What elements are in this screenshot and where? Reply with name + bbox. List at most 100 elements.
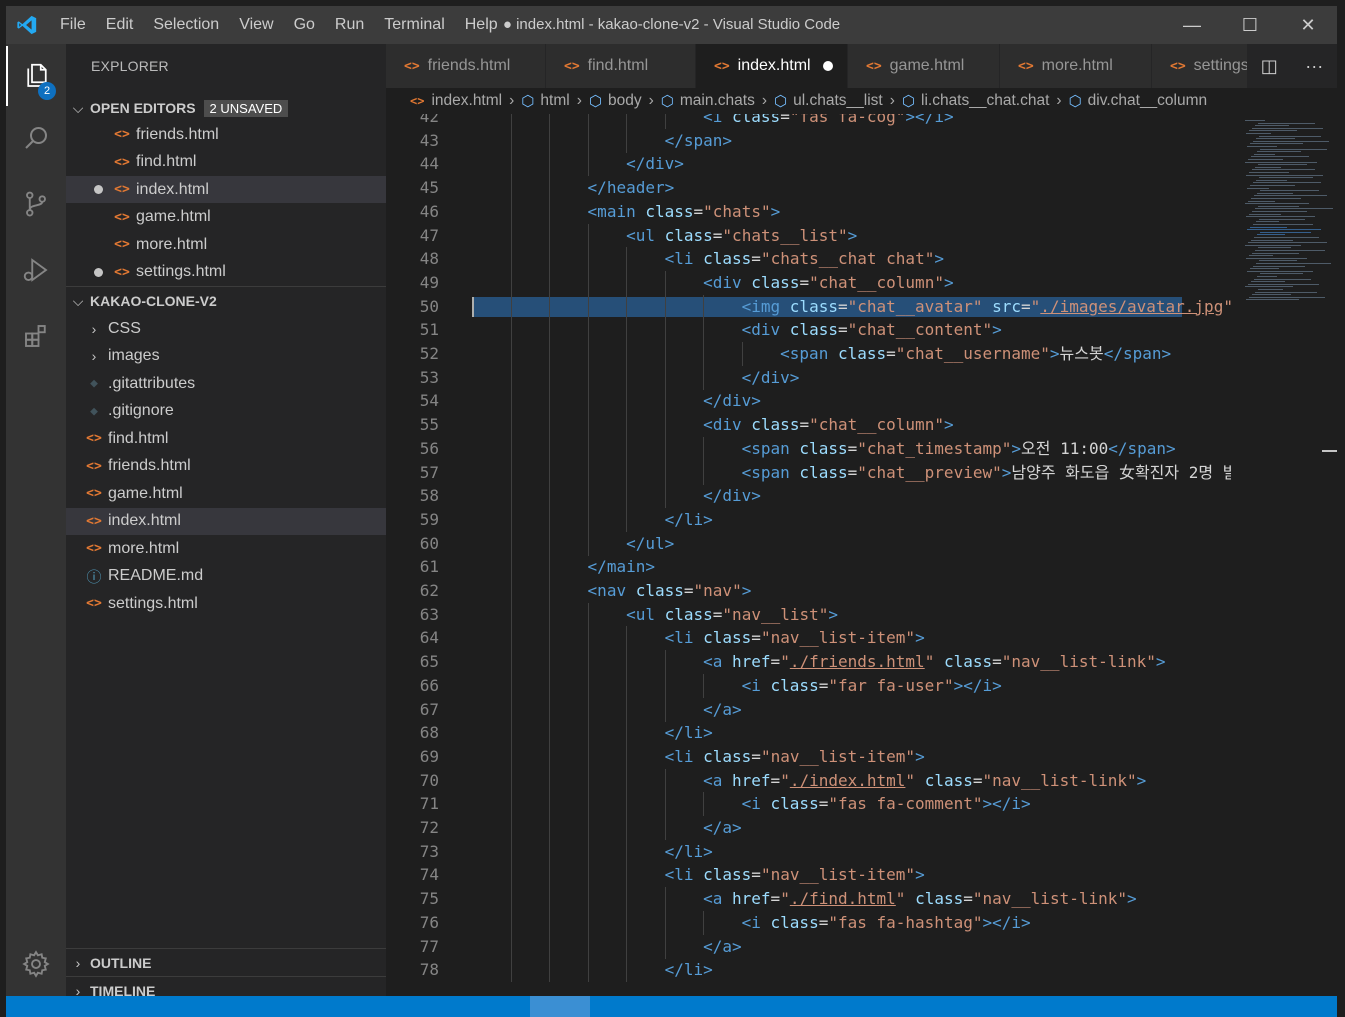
unsaved-dot-icon[interactable]	[94, 185, 103, 194]
code-line[interactable]: 56 <span class="chat_timestamp">오전 11:00<…	[386, 436, 1231, 461]
indent-guide	[510, 531, 512, 556]
file-tree-item[interactable]: <> more.html	[66, 535, 386, 562]
file-tree-item[interactable]: <> index.html	[66, 507, 386, 535]
open-editor-item[interactable]: <> friends.html	[66, 121, 386, 148]
breadcrumb-item[interactable]: ⬡ html	[521, 92, 569, 110]
menu-edit[interactable]: Edit	[106, 16, 134, 34]
code-line[interactable]: 49 <div class="chat__column">	[386, 270, 1231, 295]
tab-settings[interactable]: <> settings	[1152, 44, 1257, 88]
code-line[interactable]: 47 <ul class="chats__list">	[386, 223, 1231, 248]
open-editors-header[interactable]: ⌵ OPEN EDITORS 2 UNSAVED	[66, 95, 386, 121]
code-line[interactable]: 62 <nav class="nav">	[386, 579, 1231, 603]
code-line[interactable]: 69 <li class="nav__list-item">	[386, 744, 1231, 769]
menu-selection[interactable]: Selection	[153, 16, 219, 34]
code-line[interactable]: 75 <a href="./find.html" class="nav__list…	[386, 887, 1231, 912]
code-line[interactable]: 50 <img class="chat__avatar" src="./image…	[386, 294, 1231, 319]
file-tree-item[interactable]: ◆ .gitattributes	[66, 370, 386, 397]
code-line[interactable]: 58 </div>	[386, 484, 1231, 509]
menu-view[interactable]: View	[239, 16, 273, 34]
tab-game-html[interactable]: <> game.html	[848, 44, 1000, 88]
more-actions-icon[interactable]: ···	[1305, 56, 1323, 77]
file-tree-item[interactable]: <> game.html	[66, 480, 386, 507]
breadcrumb-item[interactable]: ⬡ div.chat__column	[1069, 92, 1208, 110]
unsaved-dot-icon[interactable]	[823, 61, 833, 71]
code-line[interactable]: 71 <i class="fas fa-comment"></i>	[386, 792, 1231, 817]
split-editor-icon[interactable]: ◫	[1261, 56, 1278, 77]
code-line[interactable]: 44 </div>	[386, 152, 1231, 177]
activity-manage[interactable]	[6, 934, 66, 994]
breadcrumb-item[interactable]: <> index.html	[410, 92, 502, 110]
file-tree-item[interactable]: <> find.html	[66, 425, 386, 452]
code-line[interactable]: 77 </a>	[386, 934, 1231, 959]
code-editor[interactable]: 42 <i class="fas fa-cog"></i> 43 </span> 44 <…	[386, 114, 1231, 996]
breadcrumb-item[interactable]: ⬡ li.chats__chat.chat	[902, 92, 1050, 110]
code-line[interactable]: 51 <div class="chat__content">	[386, 318, 1231, 343]
code-line[interactable]: 68 </li>	[386, 721, 1231, 746]
code-line[interactable]: 78 </li>	[386, 958, 1231, 983]
code-line[interactable]: 67 </a>	[386, 697, 1231, 722]
menu-run[interactable]: Run	[335, 16, 364, 34]
scrollbar-marker[interactable]	[1322, 450, 1337, 452]
tab-friends-html[interactable]: <> friends.html	[386, 44, 546, 88]
open-editor-item[interactable]: <> more.html	[66, 231, 386, 258]
code-text: <span class="chat__username">뉴스봇</span>	[780, 342, 1171, 366]
code-line[interactable]: 73 </li>	[386, 839, 1231, 864]
file-tree-item[interactable]: ⓘ README.md	[66, 563, 386, 590]
activity-extensions[interactable]	[6, 306, 66, 366]
minimize-button[interactable]: —	[1163, 6, 1221, 44]
code-line[interactable]: 63 <ul class="nav__list">	[386, 602, 1231, 627]
breadcrumb-item[interactable]: ⬡ body	[589, 92, 642, 110]
close-button[interactable]: ✕	[1279, 6, 1337, 44]
code-line[interactable]: 60 </ul>	[386, 531, 1231, 556]
tab-more-html[interactable]: <> more.html	[1000, 44, 1152, 88]
code-line[interactable]: 42 <i class="fas fa-cog"></i>	[386, 114, 1231, 129]
code-line[interactable]: 64 <li class="nav__list-item">	[386, 626, 1231, 651]
code-line[interactable]: 61 </main>	[386, 555, 1231, 580]
code-line[interactable]: 46 <main class="chats">	[386, 199, 1231, 224]
minimap[interactable]	[1231, 114, 1337, 996]
indent-guide	[587, 436, 589, 461]
breadcrumb-item[interactable]: ⬡ ul.chats__list	[774, 92, 883, 110]
file-tree-item[interactable]: › images	[66, 343, 386, 370]
activity-source-control[interactable]	[6, 174, 66, 234]
code-line[interactable]: 48 <li class="chats__chat chat">	[386, 247, 1231, 272]
code-line[interactable]: 45 </header>	[386, 176, 1231, 201]
file-tree-item[interactable]: <> settings.html	[66, 590, 386, 617]
code-line[interactable]: 43 </span>	[386, 128, 1231, 153]
code-line[interactable]: 66 <i class="far fa-user"></i>	[386, 673, 1231, 698]
open-editor-item[interactable]: <> settings.html	[66, 259, 386, 286]
file-tree-item[interactable]: › CSS	[66, 315, 386, 342]
breadcrumb-item[interactable]: ⬡ main.chats	[661, 92, 755, 110]
code-line[interactable]: 52 <span class="chat__username">뉴스봇</span…	[386, 342, 1231, 366]
unsaved-dot-icon[interactable]	[94, 267, 103, 277]
horizontal-scrollbar-thumb[interactable]	[530, 996, 590, 1017]
open-editor-item[interactable]: <> find.html	[66, 149, 386, 176]
code-line[interactable]: 57 <span class="chat__preview">남양주 화도읍 女확…	[386, 460, 1231, 485]
code-line[interactable]: 65 <a href="./friends.html" class="nav__l…	[386, 650, 1231, 675]
vscode-logo-icon[interactable]	[16, 14, 38, 36]
menu-go[interactable]: Go	[294, 16, 315, 34]
code-line[interactable]: 53 </div>	[386, 365, 1231, 390]
menu-file[interactable]: File	[60, 16, 86, 34]
menu-help[interactable]: Help	[465, 16, 498, 34]
file-tree-item[interactable]: ◆ .gitignore	[66, 398, 386, 425]
maximize-button[interactable]: ☐	[1221, 6, 1279, 44]
code-line[interactable]: 74 <li class="nav__list-item">	[386, 863, 1231, 888]
tab-index-html[interactable]: <> index.html	[696, 44, 848, 88]
activity-run-debug[interactable]	[6, 240, 66, 300]
code-line[interactable]: 70 <a href="./index.html" class="nav__lis…	[386, 768, 1231, 793]
code-line[interactable]: 72 </a>	[386, 816, 1231, 840]
code-line[interactable]: 54 </div>	[386, 389, 1231, 414]
tab-find-html[interactable]: <> find.html	[546, 44, 696, 88]
open-editor-item[interactable]: <> index.html	[66, 176, 386, 203]
code-line[interactable]: 55 <div class="chat__column">	[386, 413, 1231, 438]
activity-search[interactable]	[6, 108, 66, 168]
open-editor-item[interactable]: <> game.html	[66, 204, 386, 231]
activity-explorer[interactable]: 2	[6, 46, 66, 106]
code-line[interactable]: 59 </li>	[386, 507, 1231, 532]
file-tree-item[interactable]: <> friends.html	[66, 453, 386, 480]
folder-header[interactable]: ⌵ KAKAO-CLONE-V2	[66, 288, 386, 314]
menu-terminal[interactable]: Terminal	[384, 16, 444, 34]
code-line[interactable]: 76 <i class="fas fa-hashtag"></i>	[386, 910, 1231, 935]
outline-header[interactable]: › OUTLINE	[66, 950, 386, 976]
